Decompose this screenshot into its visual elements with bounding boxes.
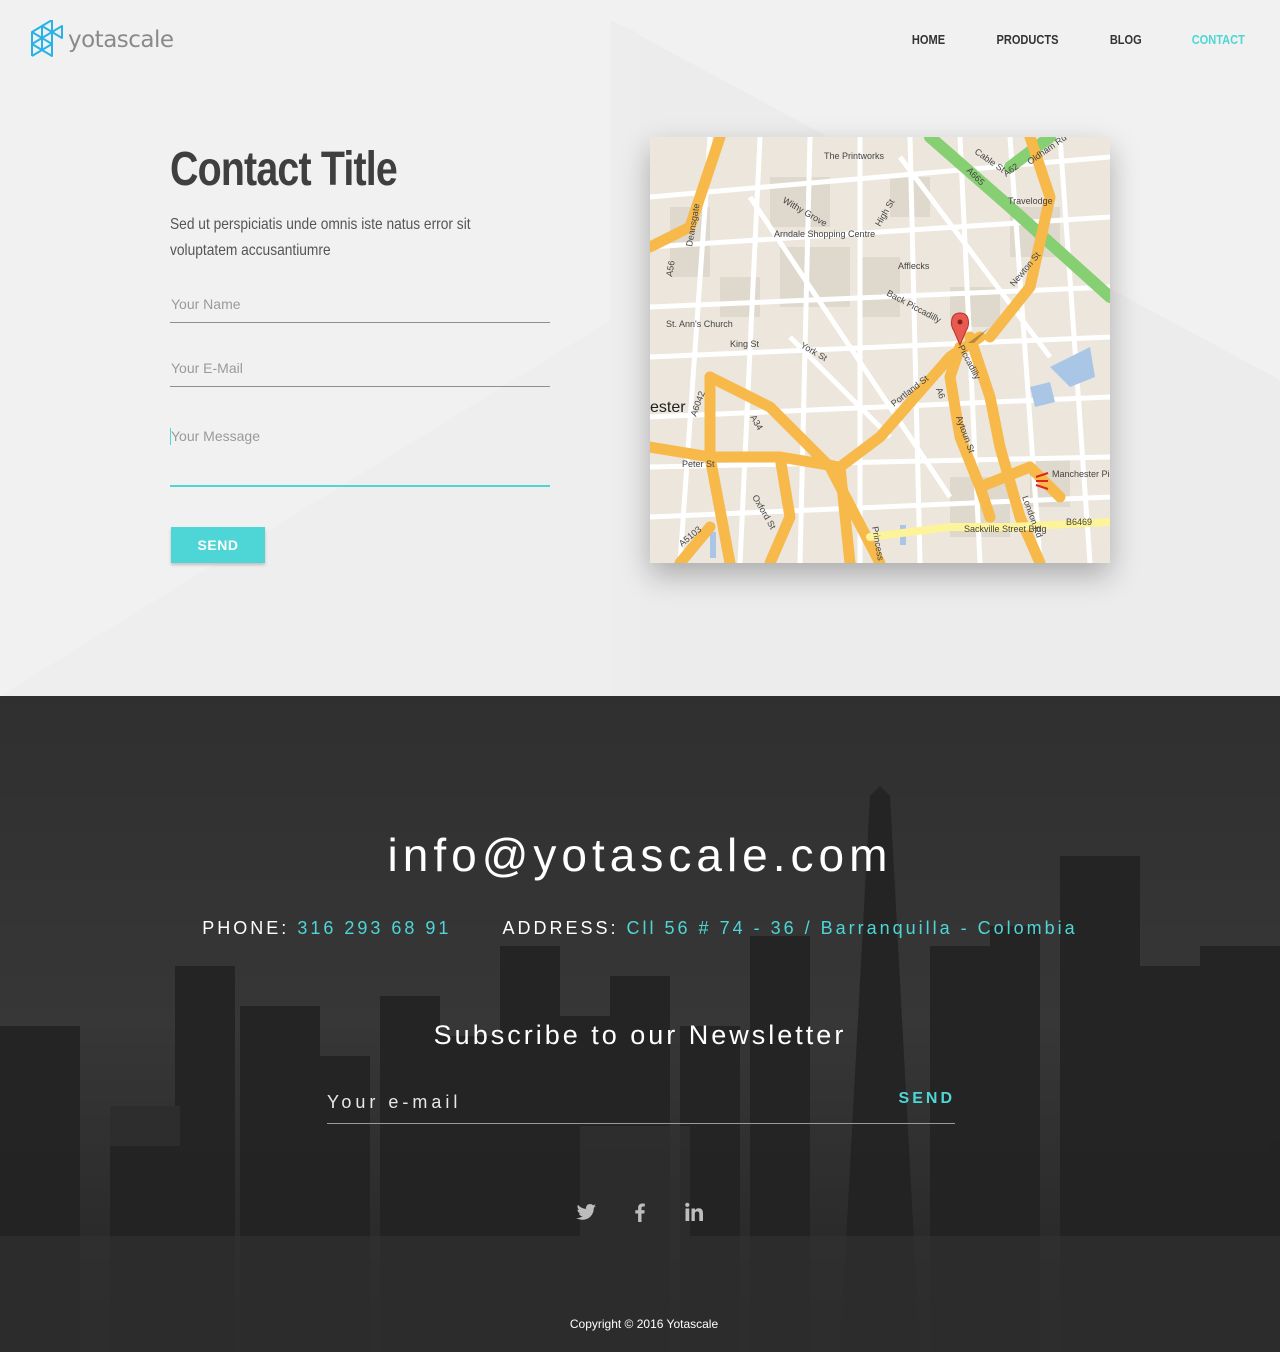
footer: info@yotascale.com PHONE: 316 293 68 91 …	[0, 696, 1280, 1352]
name-input[interactable]	[170, 296, 550, 312]
address-value: Cll 56 # 74 - 36 / Barranquilla - Colomb…	[626, 918, 1078, 938]
newsletter-send-button[interactable]: SEND	[899, 1090, 955, 1108]
logo-text: yotascale	[68, 27, 174, 53]
text-caret	[170, 428, 171, 445]
map-label-st-anns: St. Ann's Church	[666, 319, 733, 329]
contact-section: yotascale HOME PRODUCTS BLOG CONTACT Con…	[0, 0, 1280, 696]
nav-home[interactable]: HOME	[912, 32, 945, 47]
contact-email[interactable]: info@yotascale.com	[0, 828, 1280, 882]
name-field-wrapper	[170, 296, 550, 323]
logo-text-yota: yota	[68, 27, 117, 53]
send-button[interactable]: SEND	[171, 527, 265, 563]
facebook-icon[interactable]	[628, 1200, 652, 1224]
map-label-ester: ester	[650, 399, 686, 416]
email-field-wrapper	[170, 360, 550, 387]
map-canvas: The Printworks Withy Grove Arndale Shopp…	[650, 137, 1110, 563]
nav-products[interactable]: PRODUCTS	[996, 32, 1058, 47]
social-links	[0, 1200, 1280, 1224]
map-label-printworks: The Printworks	[824, 151, 885, 161]
phone-label: PHONE:	[202, 918, 290, 938]
twitter-icon[interactable]	[574, 1200, 598, 1224]
map-label-king: King St	[730, 339, 760, 349]
logo-mark-icon	[31, 20, 63, 57]
map-label-arndale: Arndale Shopping Centre	[774, 229, 875, 239]
message-input[interactable]	[170, 426, 550, 482]
map-label-b6469: B6469	[1066, 517, 1092, 527]
nav-contact[interactable]: CONTACT	[1192, 32, 1245, 47]
page-title: Contact Title	[170, 143, 398, 196]
message-field-wrapper	[170, 426, 550, 487]
map-label-afflecks: Afflecks	[898, 261, 930, 271]
newsletter-title: Subscribe to our Newsletter	[433, 1020, 847, 1050]
map-label-peter: Peter St	[682, 459, 715, 469]
logo[interactable]: yotascale	[30, 20, 174, 60]
address-label: ADDRESS:	[502, 918, 619, 938]
nav-blog[interactable]: BLOG	[1110, 32, 1142, 47]
email-input[interactable]	[170, 360, 550, 376]
location-map[interactable]: The Printworks Withy Grove Arndale Shopp…	[650, 137, 1110, 563]
map-label-travelodge: Travelodge	[1008, 196, 1053, 206]
phone-value[interactable]: 316 293 68 91	[297, 918, 451, 938]
main-nav: HOME PRODUCTS BLOG CONTACT	[909, 32, 1250, 47]
logo-text-scale: scale	[116, 27, 174, 53]
linkedin-icon[interactable]	[682, 1200, 706, 1224]
contact-details: PHONE: 316 293 68 91 ADDRESS: Cll 56 # 7…	[0, 918, 1280, 939]
page-subtitle: Sed ut perspiciatis unde omnis iste natu…	[170, 216, 471, 259]
copyright: Copyright © 2016 Yotascale	[569, 1317, 719, 1331]
map-label-manchester-piccadilly: Manchester Piccadilly	[1052, 469, 1110, 479]
newsletter-form: SEND	[327, 1086, 955, 1124]
newsletter-email-input[interactable]	[327, 1086, 867, 1118]
